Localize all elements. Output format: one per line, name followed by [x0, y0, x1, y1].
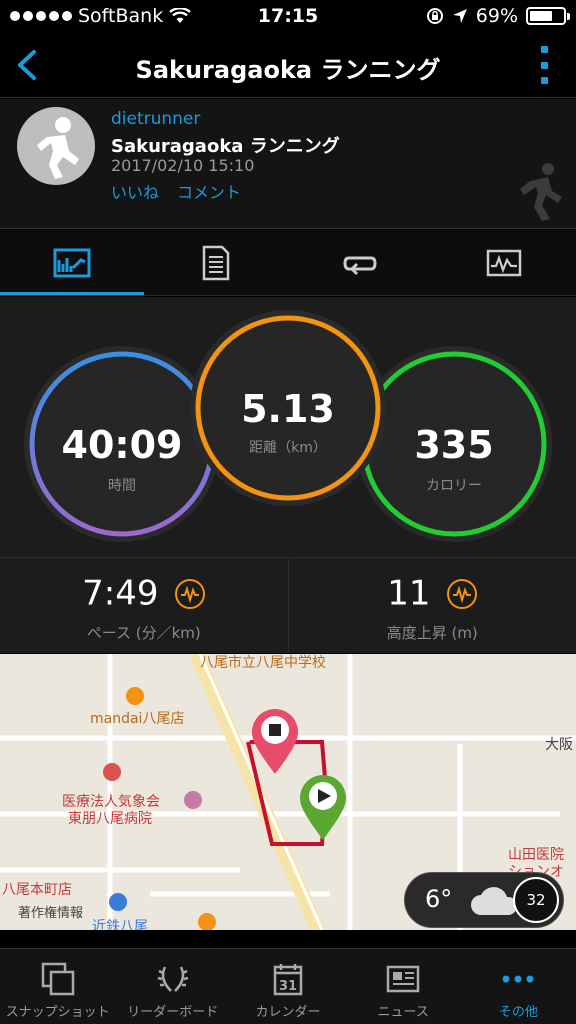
laurel-icon [157, 966, 189, 992]
bottom-tab-bar: スナップショット リーダーボード 31 カレンダー ニュース その他 [0, 948, 576, 1024]
activity-tabs [0, 230, 576, 296]
time-label: 時間 [108, 478, 136, 494]
tab-details[interactable] [144, 230, 288, 295]
weather-widget[interactable]: 6° 32 [404, 872, 564, 928]
hospital-marker-icon [103, 763, 121, 781]
pace-value: 7:49 [82, 573, 159, 614]
page-title: Sakuragaoka ランニング [135, 56, 441, 84]
tab-summary[interactable] [0, 230, 144, 295]
tab-leaderboard[interactable]: リーダーボード [115, 949, 230, 1024]
graph-icon [486, 249, 522, 276]
calendar-day: 31 [279, 979, 297, 994]
location-icon [452, 9, 467, 23]
activity-date: 2017/02/10 15:10 [111, 156, 255, 175]
wind-speed: 32 [513, 877, 559, 923]
activity-header: dietrunner Sakuragaoka ランニング 2017/02/10 … [0, 99, 576, 229]
map-label-kintetsu: 近鉄八尾 [92, 919, 148, 930]
distance-value: 5.13 [241, 387, 335, 431]
more-options-icon[interactable] [538, 46, 550, 84]
tab-label: その他 [498, 1005, 538, 1020]
map-label-hospital2: 東朋八尾病院 [68, 811, 152, 827]
secondary-stats: 7:49 ペース (分／km) 11 高度上昇 (m) [0, 557, 576, 653]
start-pin-icon [300, 775, 346, 840]
map-label-school: 八尾市立八尾中学校 [200, 655, 326, 671]
more-dots-icon [502, 975, 534, 983]
social-links: いいね コメント [111, 179, 241, 203]
comment-button[interactable]: コメント [177, 179, 241, 203]
elevation-label: 高度上昇 (m) [386, 624, 478, 642]
tab-more[interactable]: その他 [461, 949, 576, 1024]
username-link[interactable]: dietrunner [111, 109, 200, 129]
battery-percent: 69% [475, 5, 518, 27]
stats-panel: 40:09 時間 5.13 距離（km） 335 カロリー [0, 297, 576, 557]
tab-label: カレンダー [255, 1005, 321, 1020]
map-label-yaohonmachi: 八尾本町店 [2, 882, 72, 898]
nav-bar: Sakuragaoka ランニング [0, 32, 576, 98]
calories-label: カロリー [426, 478, 482, 494]
distance-label: 距離（km） [249, 440, 327, 456]
tab-graphs[interactable] [432, 230, 576, 295]
train-marker-icon [109, 893, 127, 911]
map-label-mandai: mandai八尾店 [90, 711, 185, 727]
pulse-icon [175, 578, 206, 609]
calendar-icon: 31 [273, 964, 303, 996]
pace-stat[interactable]: 7:49 ペース (分／km) [0, 558, 288, 653]
chart-icon [53, 248, 91, 277]
pace-label: ペース (分／km) [86, 624, 201, 642]
loop-icon [343, 256, 377, 275]
snapshot-icon [41, 962, 74, 996]
cloud-icon [471, 887, 517, 915]
document-icon [202, 245, 230, 280]
elevation-stat[interactable]: 11 高度上昇 (m) [287, 558, 576, 653]
runner-avatar-icon [37, 117, 79, 179]
tab-snapshot[interactable]: スナップショット [0, 949, 115, 1024]
activity-title: Sakuragaoka ランニング [111, 136, 340, 157]
route-map[interactable]: 八尾市立八尾中学校 mandai八尾店 大阪 医療法人気象会 東朋八尾病院 山田… [0, 654, 576, 930]
rotation-lock-icon [426, 8, 443, 24]
news-icon [386, 965, 420, 993]
like-button[interactable]: いいね [111, 179, 159, 203]
running-activity-icon [520, 163, 562, 221]
avatar[interactable] [17, 107, 95, 185]
map-copyright-link[interactable]: 著作権情報 [18, 902, 83, 921]
tab-calendar[interactable]: 31 カレンダー [230, 949, 345, 1024]
tab-label: ニュース [377, 1005, 429, 1020]
finish-pin-icon [252, 709, 298, 774]
time-value: 40:09 [61, 423, 183, 467]
map-label-osaka: 大阪 [545, 737, 573, 753]
battery-icon [526, 7, 570, 25]
weather-temp: 6° [425, 885, 453, 913]
tab-laps[interactable] [288, 230, 432, 295]
shop-marker-icon [126, 687, 144, 705]
calories-value: 335 [414, 423, 494, 467]
facility-marker-icon [184, 791, 202, 809]
tab-news[interactable]: ニュース [346, 949, 461, 1024]
status-bar: SoftBank 17:15 69% [0, 0, 576, 32]
tab-label: リーダーボード [127, 1005, 219, 1020]
shop-marker-icon [198, 913, 216, 930]
pulse-icon [447, 578, 478, 609]
tab-label: スナップショット [5, 1005, 110, 1020]
elevation-value: 11 [387, 573, 431, 614]
status-right: 69% [426, 5, 570, 27]
